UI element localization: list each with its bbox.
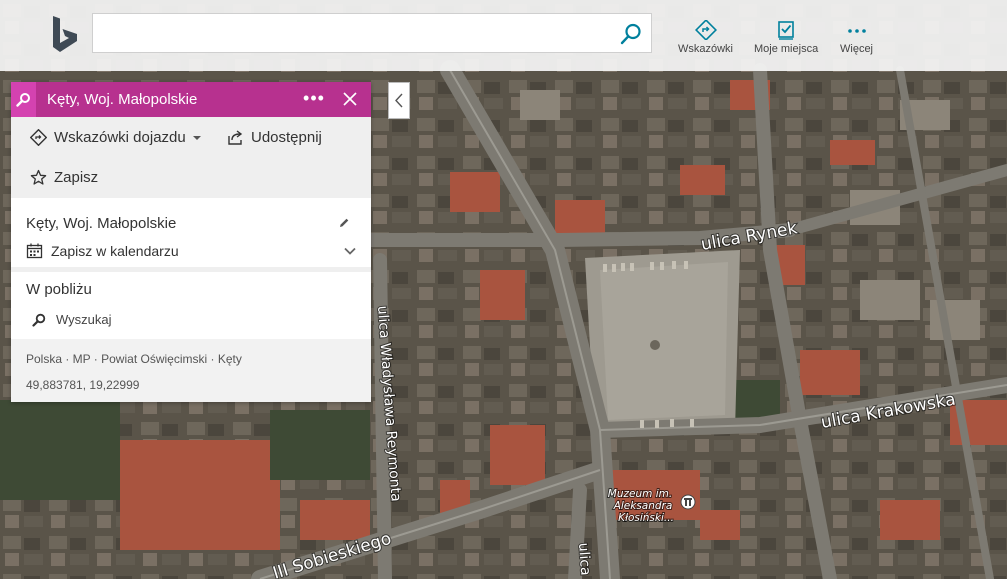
share-label: Udostępnij bbox=[251, 129, 322, 146]
bing-logo-icon[interactable] bbox=[50, 15, 82, 55]
nearby-search-label: Wyszukaj bbox=[56, 312, 112, 327]
my-places-label: Moje miejsca bbox=[754, 43, 819, 55]
close-icon[interactable] bbox=[339, 88, 361, 110]
search-icon[interactable] bbox=[619, 22, 643, 46]
directions-button[interactable]: Wskazówki bbox=[678, 20, 733, 55]
location-details: Polska · MP · Powiat Oświęcimski · Kęty … bbox=[11, 339, 371, 402]
share-icon bbox=[228, 130, 243, 145]
directions-label: Wskazówki bbox=[678, 43, 734, 55]
collapse-panel-button[interactable] bbox=[388, 82, 410, 119]
share-button[interactable]: Udostępnij bbox=[227, 129, 322, 146]
search-input[interactable] bbox=[101, 22, 605, 46]
search-icon bbox=[16, 93, 30, 107]
save-label: Zapisz bbox=[54, 169, 99, 186]
more-dots-icon bbox=[847, 29, 866, 33]
search-box bbox=[92, 13, 652, 53]
calendar-label: Zapisz w kalendarzu bbox=[51, 243, 179, 259]
poi-label-line2: Aleksandra bbox=[613, 500, 673, 512]
location-panel: Kęty, Woj. Małopolskie ••• Wskazówki doj… bbox=[11, 82, 371, 402]
edit-pencil-icon[interactable] bbox=[338, 217, 350, 229]
directions-dropdown-button[interactable]: Wskazówki dojazdu bbox=[30, 129, 203, 146]
nearby-search-button[interactable]: Wyszukaj bbox=[32, 312, 112, 327]
poi-label-line3: Kłosiński... bbox=[618, 512, 674, 524]
chevron-left-icon bbox=[395, 93, 403, 108]
street-label-ulica: ulica bbox=[575, 542, 593, 576]
panel-actions: Wskazówki dojazdu Udostępnij Zapisz bbox=[11, 117, 371, 198]
panel-header: Kęty, Woj. Małopolskie ••• bbox=[11, 82, 371, 117]
location-name: Kęty, Woj. Małopolskie bbox=[26, 215, 177, 232]
search-icon bbox=[32, 313, 46, 327]
calendar-icon bbox=[26, 243, 43, 259]
breadcrumb[interactable]: Polska · MP · Powiat Oświęcimski · Kęty bbox=[26, 352, 242, 366]
coordinates: 49,883781, 19,22999 bbox=[26, 378, 140, 392]
save-to-calendar-button[interactable]: Zapisz w kalendarzu bbox=[26, 243, 179, 259]
panel-title: Kęty, Woj. Małopolskie bbox=[47, 91, 198, 108]
panel-more-button[interactable]: ••• bbox=[302, 88, 326, 110]
save-button[interactable]: Zapisz bbox=[30, 169, 98, 186]
caret-down-icon bbox=[192, 135, 201, 140]
panel-search-icon-box bbox=[11, 82, 36, 117]
poi-label-line1: Muzeum im. bbox=[608, 488, 672, 500]
more-label: Więcej bbox=[840, 43, 874, 55]
nearby-title: W pobliżu bbox=[26, 281, 92, 298]
top-bar: Wskazówki Moje miejsca Więcej bbox=[0, 0, 1007, 71]
my-places-icon bbox=[778, 21, 794, 40]
my-places-button[interactable]: Moje miejsca bbox=[754, 20, 818, 55]
more-button[interactable]: Więcej bbox=[840, 20, 873, 55]
chevron-down-icon[interactable] bbox=[343, 244, 357, 258]
directions-icon bbox=[694, 20, 717, 40]
star-icon bbox=[30, 169, 47, 185]
directions-icon bbox=[30, 129, 47, 146]
divider bbox=[11, 267, 371, 272]
directions-dropdown-label: Wskazówki dojazdu bbox=[54, 129, 186, 146]
